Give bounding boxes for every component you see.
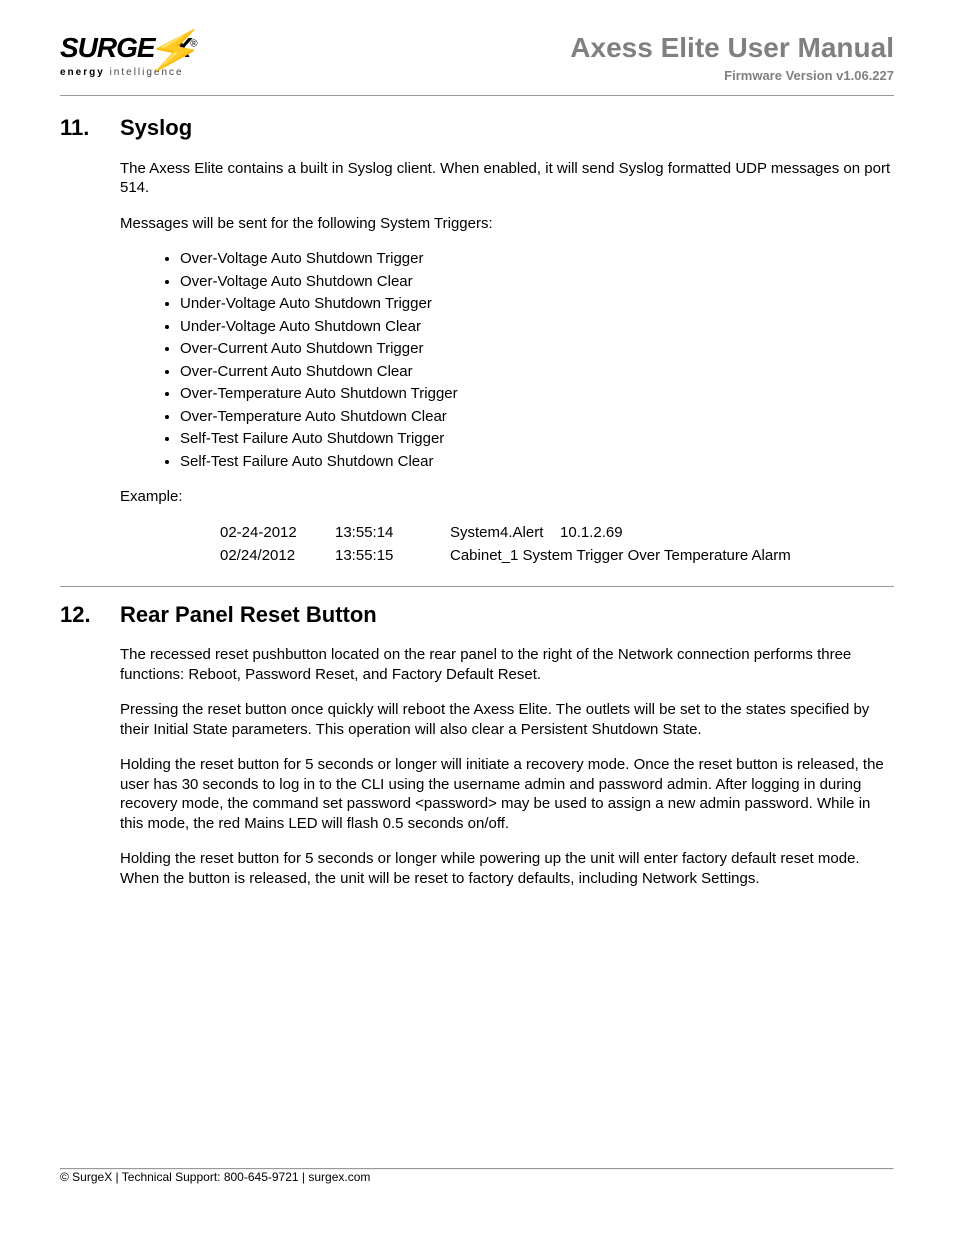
example-msg: Cabinet_1 System Trigger Over Temperatur… — [450, 546, 894, 566]
section-number: 11. — [60, 114, 120, 143]
list-item: Over-Current Auto Shutdown Trigger — [180, 339, 894, 359]
paragraph: The recessed reset pushbutton located on… — [120, 645, 894, 684]
example-date: 02/24/2012 — [220, 546, 335, 566]
header-rule — [60, 95, 894, 96]
example-label: Example: — [120, 487, 894, 507]
list-item: Over-Current Auto Shutdown Clear — [180, 362, 894, 382]
list-item: Under-Voltage Auto Shutdown Trigger — [180, 294, 894, 314]
table-row: 02-24-2012 13:55:14 System4.Alert 10.1.2… — [220, 523, 894, 543]
trigger-list: Over-Voltage Auto Shutdown Trigger Over-… — [180, 249, 894, 471]
doc-title-box: Axess Elite User Manual Firmware Version… — [570, 30, 894, 85]
logo-text: SURGE — [60, 32, 155, 63]
doc-title-product: Axess Elite — [570, 32, 719, 63]
section-rear-panel-reset: 12. Rear Panel Reset Button The recessed… — [60, 601, 894, 889]
example-msg: System4.Alert 10.1.2.69 — [450, 523, 894, 543]
paragraph: Pressing the reset button once quickly w… — [120, 700, 894, 739]
section-body: The Axess Elite contains a built in Sysl… — [120, 159, 894, 566]
example-date: 02-24-2012 — [220, 523, 335, 543]
example-time: 13:55:15 — [335, 546, 450, 566]
section-heading: 12. Rear Panel Reset Button — [60, 601, 894, 630]
list-item: Over-Voltage Auto Shutdown Trigger — [180, 249, 894, 269]
list-item: Over-Temperature Auto Shutdown Clear — [180, 407, 894, 427]
section-divider — [60, 586, 894, 587]
lightning-bolt-icon: ⚡ — [143, 17, 208, 84]
paragraph: The Axess Elite contains a built in Sysl… — [120, 159, 894, 198]
paragraph: Messages will be sent for the following … — [120, 214, 894, 234]
section-syslog: 11. Syslog The Axess Elite contains a bu… — [60, 114, 894, 566]
list-item: Over-Voltage Auto Shutdown Clear — [180, 272, 894, 292]
list-item: Self-Test Failure Auto Shutdown Clear — [180, 452, 894, 472]
paragraph: Holding the reset button for 5 seconds o… — [120, 755, 894, 833]
section-number: 12. — [60, 601, 120, 630]
list-item: Over-Temperature Auto Shutdown Trigger — [180, 384, 894, 404]
section-heading: 11. Syslog — [60, 114, 894, 143]
example-table: 02-24-2012 13:55:14 System4.Alert 10.1.2… — [220, 523, 894, 566]
logo-wordmark: SURGE⚡X® — [60, 30, 230, 66]
paragraph: Holding the reset button for 5 seconds o… — [120, 849, 894, 888]
firmware-version: Firmware Version v1.06.227 — [570, 68, 894, 85]
list-item: Self-Test Failure Auto Shutdown Trigger — [180, 429, 894, 449]
page-footer: © SurgeX | Technical Support: 800-645-97… — [60, 1168, 894, 1186]
table-row: 02/24/2012 13:55:15 Cabinet_1 System Tri… — [220, 546, 894, 566]
section-title: Rear Panel Reset Button — [120, 601, 377, 630]
page-header: SURGE⚡X® energy intelligence Axess Elite… — [60, 30, 894, 85]
logo: SURGE⚡X® energy intelligence — [60, 30, 230, 79]
section-title: Syslog — [120, 114, 192, 143]
example-time: 13:55:14 — [335, 523, 450, 543]
tagline-bold: energy — [60, 67, 105, 78]
section-body: The recessed reset pushbutton located on… — [120, 645, 894, 888]
list-item: Under-Voltage Auto Shutdown Clear — [180, 317, 894, 337]
footer-text: © SurgeX | Technical Support: 800-645-97… — [60, 1170, 894, 1186]
doc-title: Axess Elite User Manual — [570, 30, 894, 66]
doc-title-manual: User Manual — [720, 32, 894, 63]
